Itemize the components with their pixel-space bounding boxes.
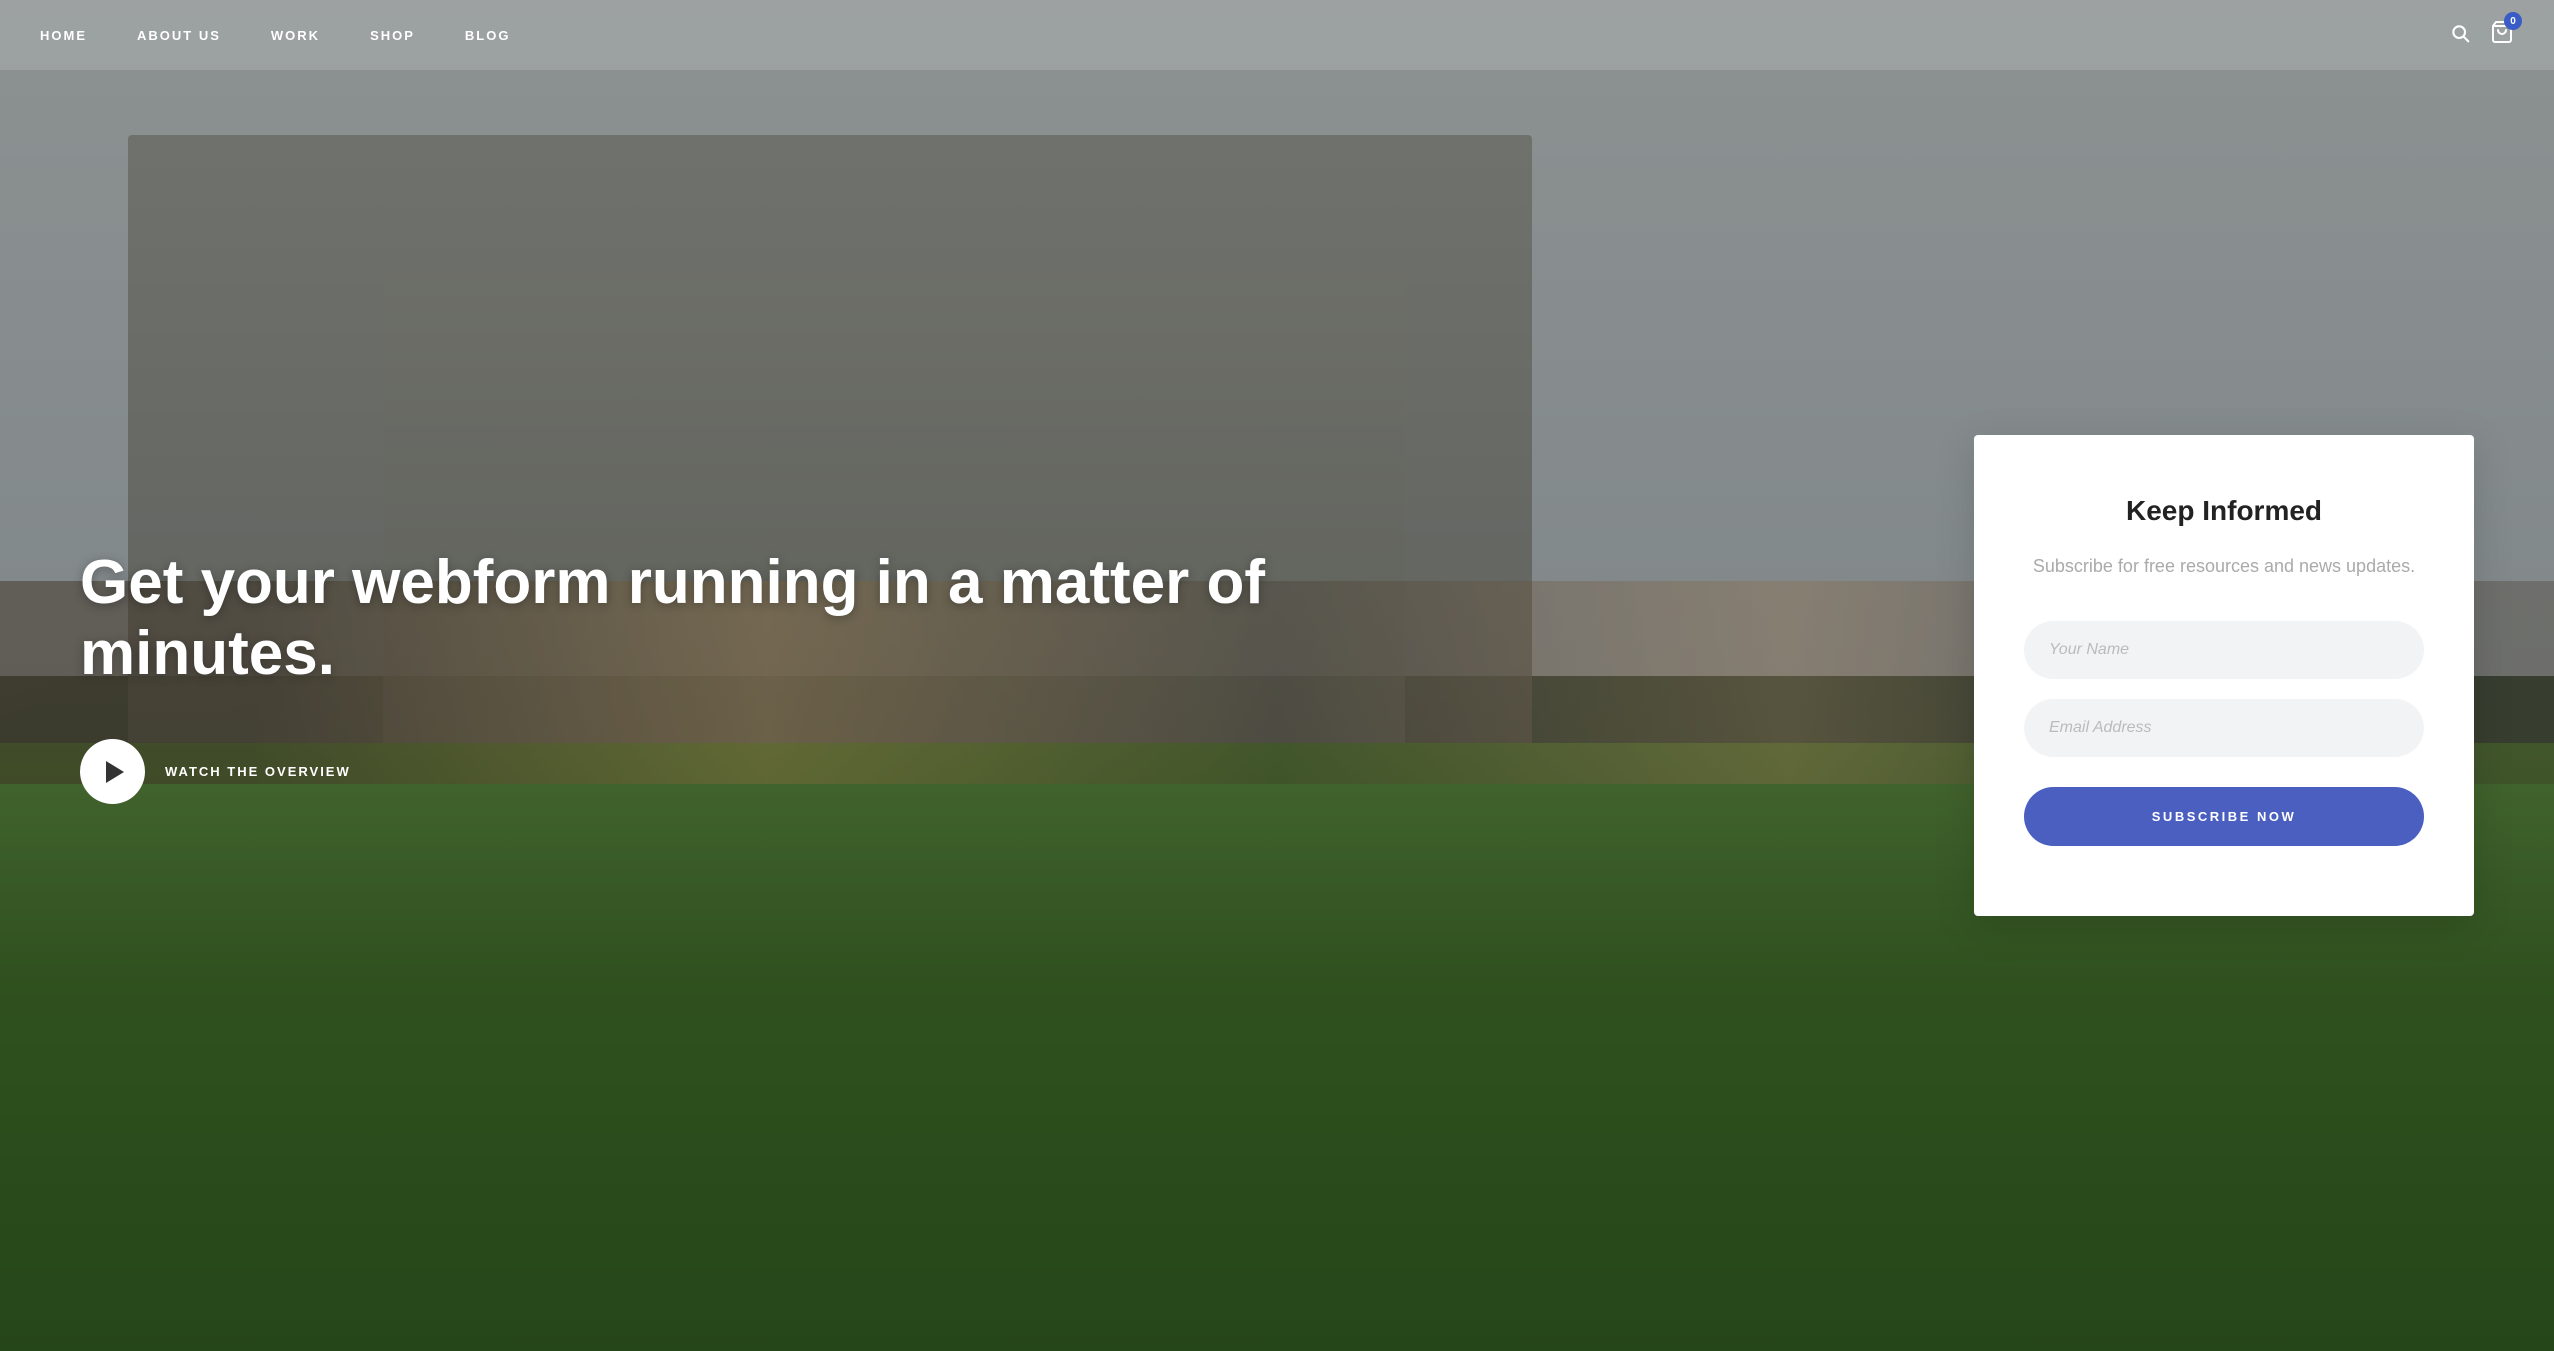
hero-content: Get your webform running in a matter of … bbox=[0, 435, 2554, 916]
hero-headline: Get your webform running in a matter of … bbox=[80, 547, 1397, 690]
search-icon[interactable] bbox=[2450, 23, 2470, 48]
hero-left: Get your webform running in a matter of … bbox=[80, 547, 1397, 805]
nav-item-home[interactable]: HOME bbox=[40, 28, 87, 43]
play-icon bbox=[106, 761, 124, 783]
nav-item-work[interactable]: WORK bbox=[271, 28, 320, 43]
subscribe-form-card: Keep Informed Subscribe for free resourc… bbox=[1974, 435, 2474, 916]
nav-item-about[interactable]: ABOUT US bbox=[137, 28, 221, 43]
subscribe-button[interactable]: SUBSCRIBE NOW bbox=[2024, 787, 2424, 846]
nav-item-blog[interactable]: BLOG bbox=[465, 28, 511, 43]
cart-badge: 0 bbox=[2504, 12, 2522, 30]
nav-item-shop[interactable]: SHOP bbox=[370, 28, 415, 43]
email-input[interactable] bbox=[2024, 699, 2424, 757]
name-input[interactable] bbox=[2024, 621, 2424, 679]
nav-actions: 0 bbox=[2450, 20, 2514, 50]
watch-label: WATCH THE OVERVIEW bbox=[165, 764, 351, 779]
navbar: HOME ABOUT US WORK SHOP BLOG 0 bbox=[0, 0, 2554, 70]
play-button[interactable] bbox=[80, 739, 145, 804]
nav-links: HOME ABOUT US WORK SHOP BLOG bbox=[40, 28, 510, 43]
form-title: Keep Informed bbox=[2024, 495, 2424, 527]
hero-section: Get your webform running in a matter of … bbox=[0, 0, 2554, 1351]
hero-cta[interactable]: WATCH THE OVERVIEW bbox=[80, 739, 1397, 804]
cart-icon[interactable]: 0 bbox=[2490, 20, 2514, 50]
form-subtitle: Subscribe for free resources and news up… bbox=[2024, 552, 2424, 581]
